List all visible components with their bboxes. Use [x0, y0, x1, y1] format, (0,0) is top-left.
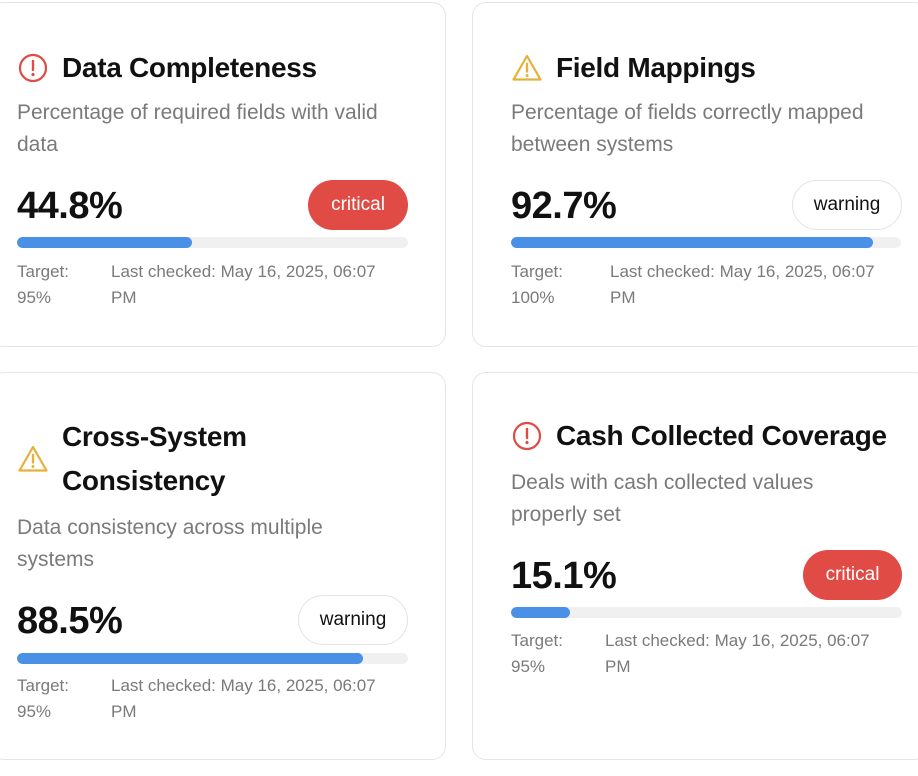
- card-header: Cross-System Consistency: [17, 415, 282, 503]
- progress-fill: [511, 607, 571, 618]
- progress-bar: [17, 237, 408, 248]
- last-checked-info: Last checked: May 16, 2025, 06:07 PM: [610, 259, 900, 311]
- metric-value: 44.8%: [17, 185, 123, 227]
- target-info: Target: 95%: [17, 259, 97, 311]
- last-checked-label: Last checked:: [111, 262, 216, 281]
- target-value: 100%: [511, 288, 555, 307]
- progress-fill: [17, 237, 193, 248]
- target-value: 95%: [17, 288, 52, 307]
- alert-triangle-icon: [511, 52, 543, 84]
- progress-bar: [511, 237, 901, 248]
- target-label: Target:: [17, 676, 69, 695]
- target-info: Target: 95%: [17, 673, 97, 725]
- card-header: Field Mappings: [511, 46, 756, 90]
- last-checked-label: Last checked:: [605, 631, 710, 650]
- metric-value: 15.1%: [511, 555, 617, 597]
- target-info: Target: 95%: [511, 628, 591, 680]
- progress-bar: [17, 653, 408, 664]
- card-title: Cross-System Consistency: [62, 421, 247, 496]
- metric-card-field-mappings: Field Mappings Percentage of fields corr…: [472, 2, 918, 347]
- card-title: Field Mappings: [556, 52, 756, 83]
- last-checked-info: Last checked: May 16, 2025, 06:07 PM: [111, 673, 401, 725]
- card-description: Percentage of required fields with valid…: [17, 101, 378, 156]
- card-header: Cash Collected Coverage: [511, 414, 887, 458]
- target-value: 95%: [17, 702, 52, 721]
- target-value: 95%: [511, 657, 546, 676]
- last-checked-label: Last checked:: [610, 262, 715, 281]
- target-label: Target:: [17, 262, 69, 281]
- status-badge: critical: [803, 550, 902, 600]
- card-description: Data consistency across multiple systems: [17, 516, 323, 571]
- card-title: Cash Collected Coverage: [556, 420, 887, 451]
- metric-value: 88.5%: [17, 600, 123, 642]
- card-description: Deals with cash collected values properl…: [511, 471, 814, 526]
- last-checked-label: Last checked:: [111, 676, 216, 695]
- metric-card-data-completeness: Data Completeness Percentage of required…: [0, 2, 446, 347]
- metric-card-cross-system-consistency: Cross-System Consistency Data consistenc…: [0, 372, 446, 760]
- metric-card-cash-collected-coverage: Cash Collected Coverage Deals with cash …: [472, 372, 918, 760]
- last-checked-info: Last checked: May 16, 2025, 06:07 PM: [605, 628, 895, 680]
- metric-value: 92.7%: [511, 185, 617, 227]
- alert-circle-icon: [17, 52, 49, 84]
- card-header: Data Completeness: [17, 46, 317, 90]
- target-label: Target:: [511, 631, 563, 650]
- target-info: Target: 100%: [511, 259, 591, 311]
- target-label: Target:: [511, 262, 563, 281]
- last-checked-info: Last checked: May 16, 2025, 06:07 PM: [111, 259, 401, 311]
- alert-triangle-icon: [17, 443, 49, 475]
- status-badge: warning: [298, 595, 408, 645]
- status-badge: critical: [308, 180, 408, 230]
- alert-circle-icon: [511, 420, 543, 452]
- status-badge: warning: [792, 180, 902, 230]
- progress-bar: [511, 607, 902, 618]
- progress-fill: [511, 237, 873, 248]
- card-title: Data Completeness: [62, 52, 317, 83]
- card-description: Percentage of fields correctly mapped be…: [511, 101, 864, 156]
- progress-fill: [17, 653, 364, 664]
